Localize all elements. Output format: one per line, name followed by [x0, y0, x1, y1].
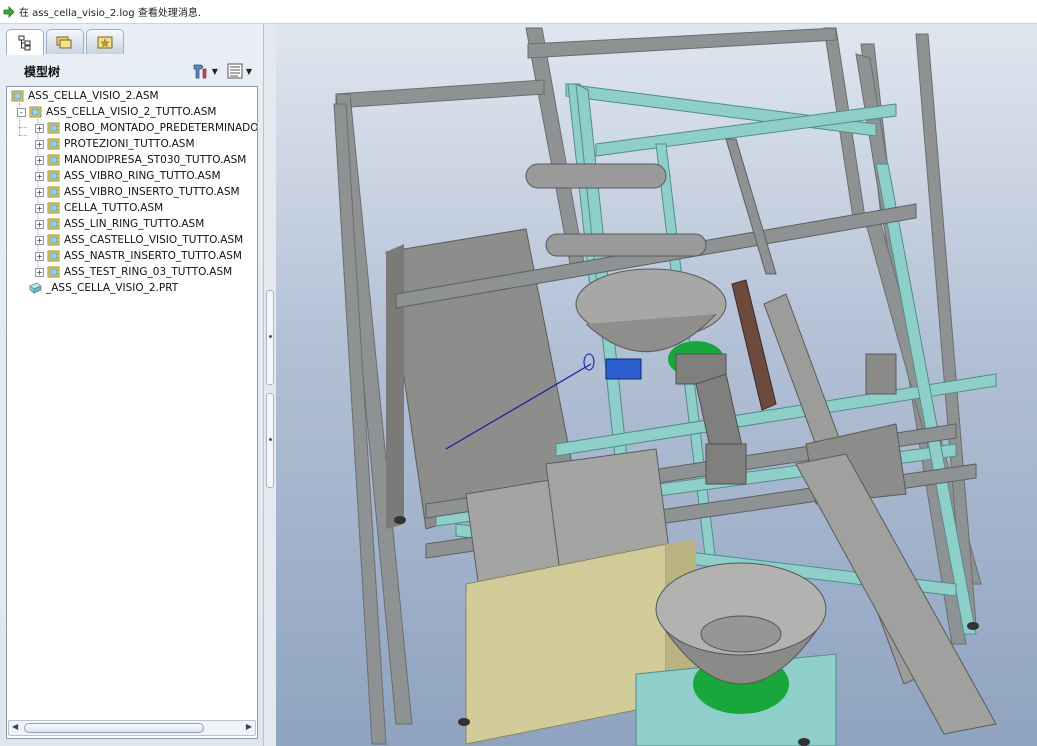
expand-icon[interactable]: +: [35, 187, 44, 197]
expand-icon[interactable]: +: [35, 155, 44, 165]
model-tree-header: 模型树 ▼ ▼: [6, 57, 258, 85]
assembly-icon: [47, 250, 60, 262]
tree-node-label: ASS_CELLA_VISIO_2_TUTTO.ASM: [46, 106, 217, 118]
assembly-icon: [11, 90, 24, 102]
assembly-icon: [29, 106, 42, 118]
tree-node[interactable]: + ASS_VIBRO_INSERTO_TUTTO.ASM: [35, 184, 240, 200]
splitter-grip-top[interactable]: [266, 290, 274, 385]
tab-model-tree[interactable]: [6, 29, 44, 55]
tree-node-label: MANODIPRESA_ST030_TUTTO.ASM: [64, 154, 247, 166]
expand-icon[interactable]: +: [35, 267, 44, 277]
graphics-viewport[interactable]: [276, 24, 1037, 746]
tree-node[interactable]: + ASS_LIN_RING_TUTTO.ASM: [35, 216, 204, 232]
tree-node[interactable]: + PROTEZIONI_TUTTO.ASM: [35, 136, 195, 152]
tab-folder-browser[interactable]: [46, 29, 84, 54]
panel-splitter[interactable]: [264, 24, 276, 746]
collapse-icon[interactable]: -: [17, 107, 26, 117]
message-arrow-icon: [3, 5, 15, 18]
assembly-icon: [47, 154, 60, 166]
favorites-icon: [97, 36, 113, 49]
tree-node[interactable]: + CELLA_TUTTO.ASM: [35, 200, 163, 216]
3d-assembly-view: [333, 27, 997, 746]
folder-browser-icon: [56, 36, 72, 49]
tree-node-label: ASS_VIBRO_INSERTO_TUTTO.ASM: [64, 186, 240, 198]
tree-show-button[interactable]: ▼: [224, 61, 254, 81]
tree-node[interactable]: + ASS_TEST_RING_03_TUTTO.ASM: [35, 264, 232, 280]
tree-node[interactable]: + ASS_CASTELLO_VISIO_TUTTO.ASM: [35, 232, 243, 248]
splitter-grip-bottom[interactable]: [266, 393, 274, 488]
model-tree: ASS_CELLA_VISIO_2.ASM - ASS_CELLA_VISIO_2_…: [6, 86, 258, 739]
tree-node-label: ASS_CELLA_VISIO_2.ASM: [28, 90, 159, 102]
message-bar: 在 ass_cella_visio_2.log 查看处理消息.: [0, 0, 1037, 24]
tab-favorites[interactable]: [86, 29, 124, 54]
tree-settings-button[interactable]: ▼: [190, 61, 220, 81]
settings-icon: [193, 64, 206, 79]
message-text: 在 ass_cella_visio_2.log 查看处理消息.: [19, 8, 202, 19]
chevron-down-icon: ▼: [211, 66, 218, 76]
navigator-tabs: [6, 29, 124, 55]
model-tree-icon: [18, 35, 31, 50]
tree-node-label: ROBO_MONTADO_PREDETERMINADO_: [64, 122, 258, 134]
tree-node[interactable]: ASS_CELLA_VISIO_2.ASM: [11, 88, 159, 104]
tree-tools: ▼ ▼: [190, 61, 254, 81]
expand-icon[interactable]: +: [35, 219, 44, 229]
tree-node[interactable]: + ASS_VIBRO_RING_TUTTO.ASM: [35, 168, 221, 184]
tree-node-label: ASS_VIBRO_RING_TUTTO.ASM: [64, 170, 221, 182]
tree-node[interactable]: + ROBO_MONTADO_PREDETERMINADO_: [35, 120, 258, 136]
tree-node-label: ASS_NASTR_INSERTO_TUTTO.ASM: [64, 250, 242, 262]
tree-node[interactable]: + ASS_NASTR_INSERTO_TUTTO.ASM: [35, 248, 242, 264]
model-tree-title: 模型树: [24, 64, 61, 79]
expand-icon[interactable]: +: [35, 123, 44, 133]
scroll-right-icon[interactable]: ▶: [246, 722, 252, 731]
chevron-down-icon: ▼: [245, 66, 252, 76]
assembly-icon: [47, 202, 60, 214]
assembly-icon: [47, 218, 60, 230]
assembly-icon: [47, 266, 60, 278]
tree-node-label: _ASS_CELLA_VISIO_2.PRT: [46, 282, 179, 294]
tree-node-label: ASS_TEST_RING_03_TUTTO.ASM: [64, 266, 233, 278]
expand-icon[interactable]: +: [35, 139, 44, 149]
expand-icon[interactable]: +: [35, 171, 44, 181]
navigator-panel: 模型树 ▼ ▼ ASS_CELLA_VISIO_2.ASM - ASS_CELL…: [0, 24, 264, 746]
tree-node-label: PROTEZIONI_TUTTO.ASM: [64, 138, 195, 150]
assembly-icon: [47, 234, 60, 246]
part-icon: [29, 282, 42, 294]
show-options-icon: [227, 63, 243, 79]
tree-node-label: CELLA_TUTTO.ASM: [64, 202, 164, 214]
tree-node-label: ASS_LIN_RING_TUTTO.ASM: [64, 218, 205, 230]
tree-node[interactable]: + MANODIPRESA_ST030_TUTTO.ASM: [35, 152, 246, 168]
tree-node-label: ASS_CASTELLO_VISIO_TUTTO.ASM: [64, 234, 244, 246]
scroll-left-icon[interactable]: ◀: [12, 722, 18, 731]
tree-node[interactable]: - ASS_CELLA_VISIO_2_TUTTO.ASM: [17, 104, 216, 120]
assembly-icon: [47, 186, 60, 198]
assembly-icon: [47, 138, 60, 150]
expand-icon[interactable]: +: [35, 251, 44, 261]
tree-horizontal-scrollbar[interactable]: ◀ ▶: [8, 720, 256, 736]
tree-node[interactable]: _ASS_CELLA_VISIO_2.PRT: [17, 280, 178, 296]
expand-icon[interactable]: +: [35, 203, 44, 213]
assembly-icon: [47, 122, 60, 134]
scrollbar-thumb[interactable]: [24, 723, 204, 733]
assembly-icon: [47, 170, 60, 182]
expand-icon[interactable]: +: [35, 235, 44, 245]
